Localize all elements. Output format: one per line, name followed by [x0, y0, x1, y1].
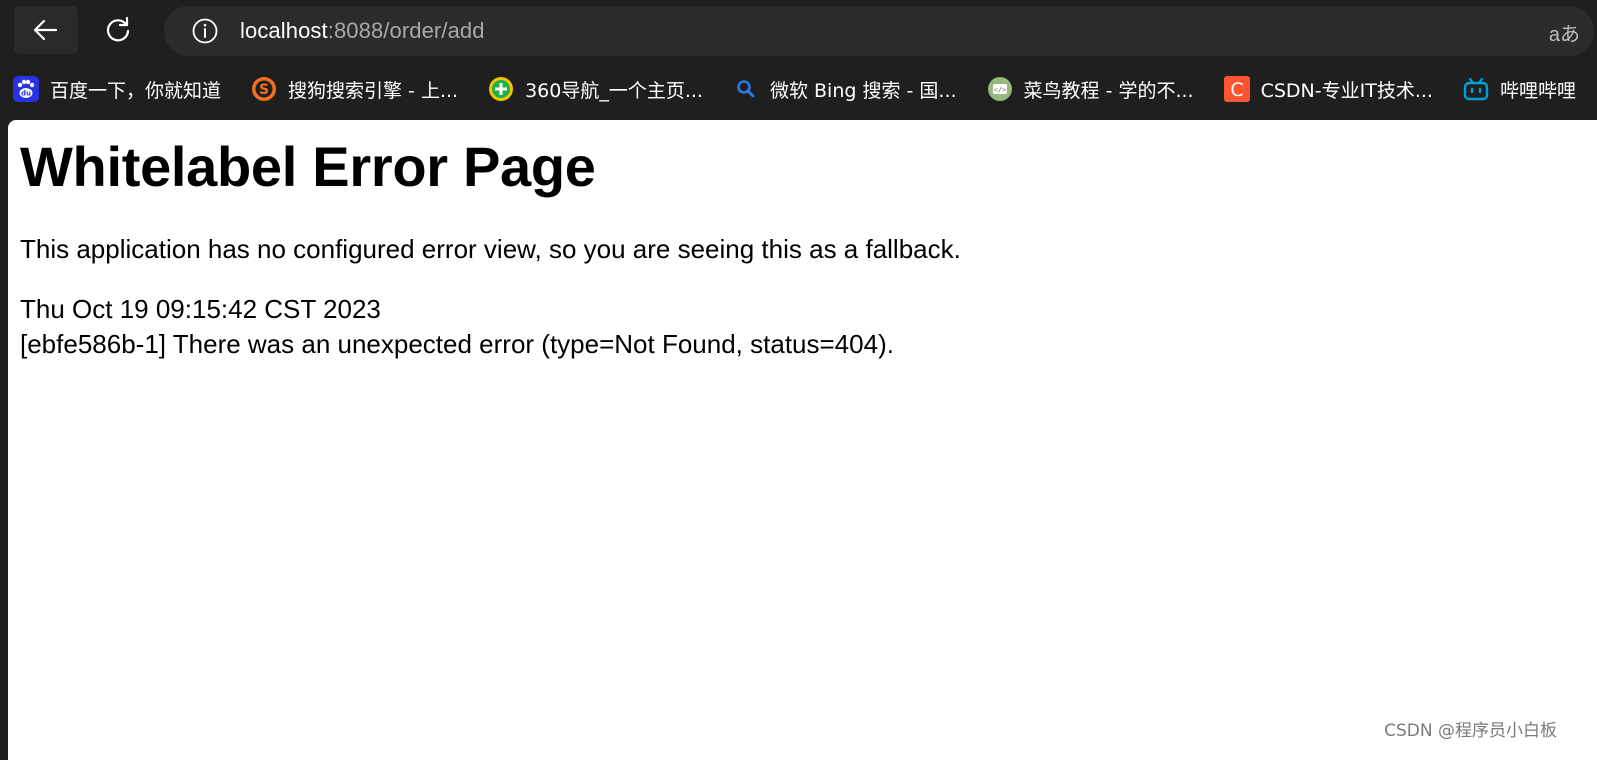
bookmark-label: 微软 Bing 搜索 - 国... [769, 79, 957, 102]
error-description: This application has no configured error… [20, 234, 961, 264]
page-content: Whitelabel Error Page This application h… [8, 120, 1597, 760]
bookmark-csdn[interactable]: C CSDN-专业IT技术... [1211, 69, 1443, 109]
bookmark-bilibili[interactable]: 哔哩哔哩 [1450, 69, 1586, 109]
url-path: :8088/order/add [327, 18, 485, 43]
bookmark-label: 哔哩哔哩 [1499, 79, 1576, 102]
bookmark-bing[interactable]: 微软 Bing 搜索 - 国... [720, 69, 967, 109]
site-info-button[interactable] [186, 12, 224, 50]
bookmark-label: 搜狗搜索引擎 - 上... [288, 79, 459, 102]
bookmark-label: CSDN-专业IT技术... [1260, 79, 1433, 102]
svg-text:du: du [21, 90, 31, 98]
bookmarks-bar: du 百度一下，你就知道 S 搜狗搜索引擎 - 上... 360导航_一个主页.… [0, 62, 1597, 116]
url-host: localhost [240, 18, 328, 43]
bookmark-label: 360导航_一个主页... [525, 79, 703, 102]
bookmark-label: 百度一下，你就知道 [50, 79, 222, 102]
watermark: CSDN @程序员小白板 [1384, 721, 1557, 741]
page-title: Whitelabel Error Page [20, 135, 596, 198]
bookmark-runoob[interactable]: </> 菜鸟教程 - 学的不... [974, 69, 1204, 109]
csdn-icon: C [1223, 75, 1251, 103]
baidu-icon: du [12, 75, 40, 103]
error-timestamp: Thu Oct 19 09:15:42 CST 2023 [20, 294, 381, 324]
bookmark-baidu[interactable]: du 百度一下，你就知道 [0, 69, 231, 109]
svg-text:</>: </> [993, 86, 1006, 94]
360-icon [487, 75, 515, 103]
svg-text:C: C [1230, 79, 1243, 101]
arrow-left-icon [33, 19, 58, 41]
error-message: [ebfe586b-1] There was an unexpected err… [20, 329, 894, 359]
sogou-icon: S [250, 75, 278, 103]
back-button[interactable] [14, 6, 78, 54]
bookmark-label: 菜鸟教程 - 学的不... [1023, 79, 1194, 102]
read-aloud-button[interactable]: aあ [1549, 18, 1580, 47]
reload-icon [106, 16, 130, 42]
bilibili-icon [1462, 75, 1490, 103]
bookmark-sogou[interactable]: S 搜狗搜索引擎 - 上... [238, 69, 468, 109]
bookmark-360[interactable]: 360导航_一个主页... [475, 69, 713, 109]
runoob-icon: </> [986, 75, 1014, 103]
reload-button[interactable] [86, 6, 150, 54]
info-circle-icon [192, 18, 218, 44]
svg-text:S: S [259, 82, 269, 98]
address-bar[interactable]: localhost:8088/order/add aあ [164, 6, 1594, 56]
browser-toolbar: localhost:8088/order/add aあ [0, 0, 1597, 62]
search-icon [732, 75, 760, 103]
url-text[interactable]: localhost:8088/order/add [240, 18, 485, 44]
